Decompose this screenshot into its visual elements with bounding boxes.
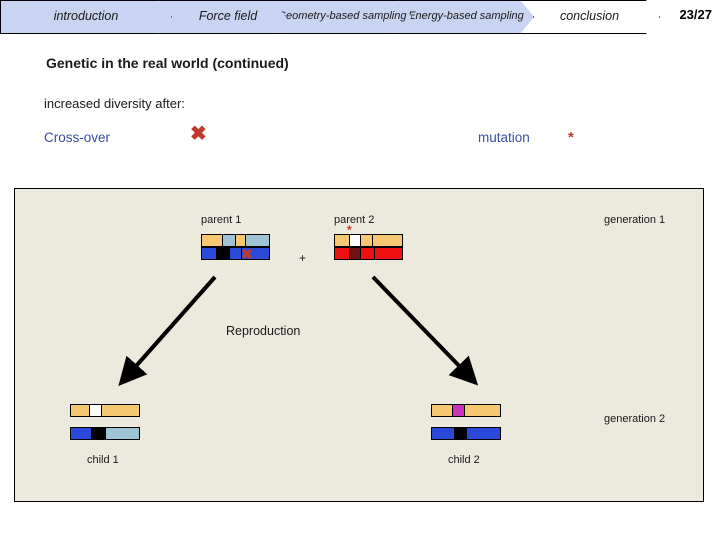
nav-item-introduction-label: introduction [53,9,119,24]
nav-item-energy-based-sampling[interactable]: Energy-based sampling [398,0,534,34]
nav-item-geometry-based-sampling-label: Geometry-based sampling [277,10,407,23]
chrom-seg [105,428,139,439]
chrom-seg [432,405,452,416]
child2-chromosome-top [431,404,501,417]
slide-title: Genetic in the real world (continued) [46,55,289,71]
nav-item-conclusion-label: conclusion [559,9,620,24]
chrom-seg [432,428,454,439]
child1-chromosome-bottom [70,427,140,440]
page-number: 23/27 [679,7,712,22]
arrow-parent1-to-child1 [118,275,217,386]
nav-item-force-field-label: Force field [198,9,258,24]
chrom-seg [89,405,101,416]
chrom-seg [71,428,91,439]
mutation-legend-label: mutation [478,130,530,145]
chrom-seg [454,428,466,439]
nav-item-energy-based-sampling-label: Energy-based sampling [408,10,524,23]
slide-subtitle: increased diversity after: [44,96,185,111]
chrom-seg [452,405,464,416]
chrom-seg [101,405,139,416]
chrom-seg [464,405,500,416]
mutation-marker-icon: * [568,129,574,146]
breadcrumb-nav: introduction Force field Geometry-based … [0,0,720,36]
nav-item-geometry-based-sampling[interactable]: Geometry-based sampling [272,0,412,34]
child1-chromosome-top [70,404,140,417]
crossover-marker-icon: ✖ [190,123,207,145]
nav-item-conclusion[interactable]: conclusion [520,0,660,34]
child2-chromosome-bottom [431,427,501,440]
nav-item-introduction[interactable]: introduction [0,0,172,34]
chrom-seg [71,405,89,416]
chrom-seg [91,428,105,439]
genetic-algorithm-diagram: parent 1 parent 2 generation 1 generatio… [14,188,704,502]
arrow-parent2-to-child2 [371,275,479,386]
crossover-legend-label: Cross-over [44,130,111,145]
chrom-seg [466,428,500,439]
reproduction-arrows [118,275,479,386]
